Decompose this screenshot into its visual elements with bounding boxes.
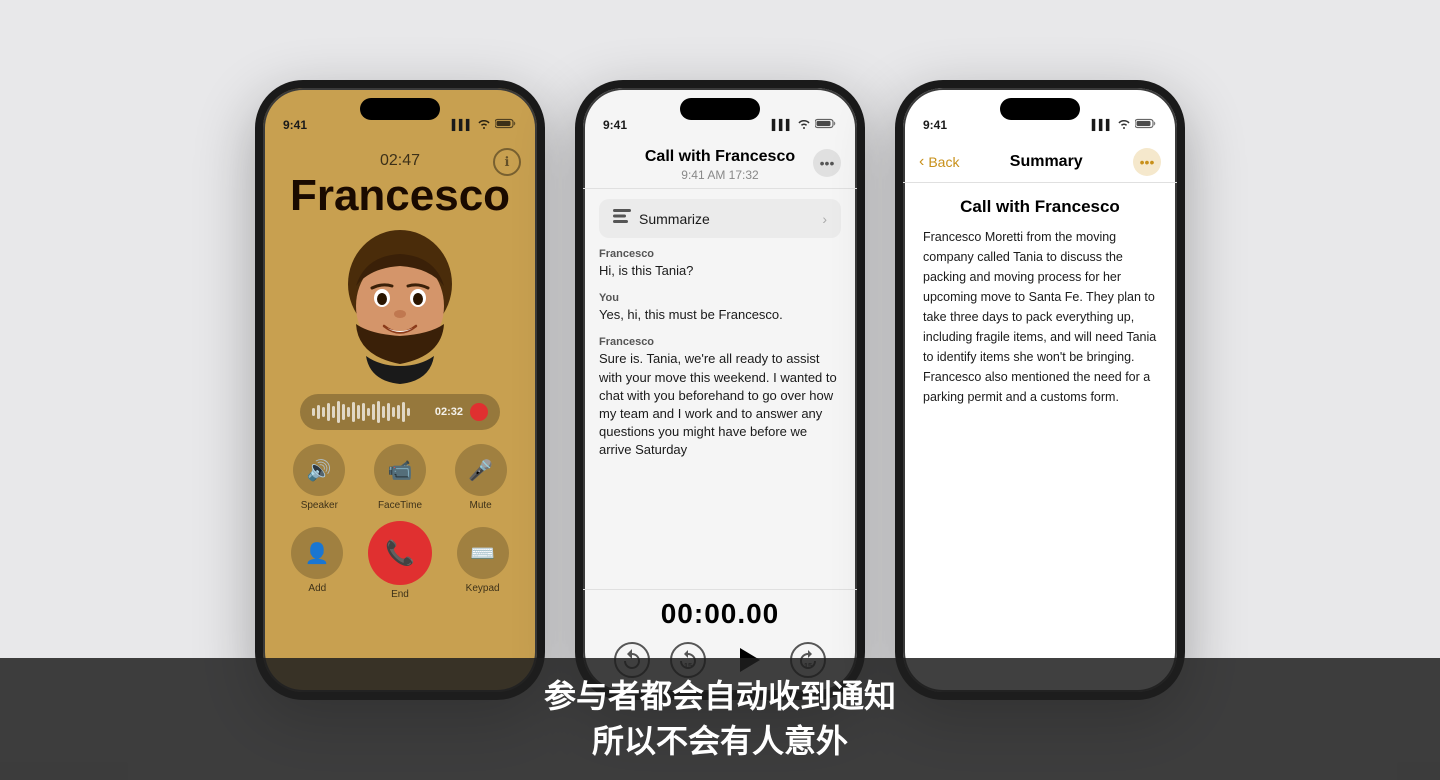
transcript-msg-2: You Yes, hi, this must be Francesco. [599, 292, 841, 324]
more-options-button[interactable]: ••• [813, 149, 841, 177]
memoji-avatar [320, 226, 480, 386]
call-info-button[interactable]: ℹ [493, 148, 521, 176]
summary-nav-title: Summary [1010, 153, 1083, 171]
transcript-speaker-1: Francesco [599, 248, 841, 260]
keypad-icon-circle: ⌨️ [457, 527, 509, 579]
back-chevron-icon: ‹ [919, 153, 924, 171]
transcript-text-3: Sure is. Tania, we're all ready to assis… [599, 350, 841, 459]
wifi-icon-3 [1117, 118, 1131, 132]
subtitle-line1: 参与者都会自动收到通知 [80, 674, 1360, 719]
battery-icon-3 [1135, 118, 1157, 132]
phone-transcript: 9:41 ▌▌▌ Call with Francesco 9:41 AM 17:… [575, 80, 865, 700]
signal-icon-2: ▌▌▌ [772, 120, 793, 131]
status-icons-2: ▌▌▌ [772, 118, 837, 132]
status-time-1: 9:41 [283, 118, 307, 132]
subtitle-line2: 所以不会有人意外 [80, 719, 1360, 764]
status-icons-1: ▌▌▌ [452, 118, 517, 132]
call-timer: 02:47 [380, 152, 420, 170]
summary-call-title: Call with Francesco [923, 197, 1157, 217]
rec-time: 02:32 [435, 406, 463, 418]
rec-dot [470, 403, 488, 421]
end-button[interactable]: 📞 End [368, 521, 432, 600]
phone3-content: ‹ Back Summary ••• Call with Francesco F… [903, 138, 1177, 692]
mute-button[interactable]: 🎤 Mute [455, 444, 507, 511]
summarize-left: Summarize [613, 209, 710, 228]
call-buttons-row2: 👤 Add 📞 End ⌨️ Keypad [279, 521, 521, 600]
wifi-icon-2 [797, 118, 811, 132]
battery-icon-2 [815, 118, 837, 132]
transcript-text-1: Hi, is this Tania? [599, 262, 841, 280]
dynamic-island-2 [680, 98, 760, 120]
summary-body: Call with Francesco Francesco Moretti fr… [903, 183, 1177, 692]
status-time-2: 9:41 [603, 118, 627, 132]
summary-nav: ‹ Back Summary ••• [903, 138, 1177, 183]
mute-icon-circle: 🎤 [455, 444, 507, 496]
phone-summary: 9:41 ▌▌▌ ‹ Back Summary ••• [895, 80, 1185, 700]
status-time-3: 9:41 [923, 118, 947, 132]
phone2-content: Call with Francesco 9:41 AM 17:32 ••• Su… [583, 138, 857, 692]
signal-icon: ▌▌▌ [452, 120, 473, 131]
back-button[interactable]: ‹ Back [919, 153, 959, 171]
facetime-icon-circle: 📹 [374, 444, 426, 496]
transcript-title: Call with Francesco [603, 148, 837, 166]
phone1-content: ℹ 02:47 Francesco [263, 138, 537, 692]
signal-icon-3: ▌▌▌ [1092, 120, 1113, 131]
dynamic-island-1 [360, 98, 440, 120]
wave-bars [312, 401, 426, 423]
back-label: Back [928, 154, 959, 170]
subtitle-bar: 参与者都会自动收到通知 所以不会有人意外 [0, 658, 1440, 780]
speaker-button[interactable]: 🔊 Speaker [293, 444, 345, 511]
add-icon-circle: 👤 [291, 527, 343, 579]
battery-icon [495, 118, 517, 132]
transcript-speaker-3: Francesco [599, 336, 841, 348]
summarize-label: Summarize [639, 211, 710, 227]
speaker-icon-circle: 🔊 [293, 444, 345, 496]
transcript-msg-3: Francesco Sure is. Tania, we're all read… [599, 336, 841, 459]
status-icons-3: ▌▌▌ [1092, 118, 1157, 132]
summary-more-button[interactable]: ••• [1133, 148, 1161, 176]
transcript-msg-1: Francesco Hi, is this Tania? [599, 248, 841, 280]
dynamic-island-3 [1000, 98, 1080, 120]
audio-wave-bar: 02:32 [300, 394, 500, 430]
transcript-speaker-2: You [599, 292, 841, 304]
phones-container: 9:41 ▌▌▌ ℹ 02:47 Francesco [255, 80, 1185, 700]
transcript-body: Francesco Hi, is this Tania? You Yes, hi… [583, 248, 857, 589]
caller-name: Francesco [290, 174, 510, 218]
keypad-button[interactable]: ⌨️ Keypad [457, 527, 509, 594]
add-button[interactable]: 👤 Add [291, 527, 343, 594]
end-icon-circle: 📞 [368, 521, 432, 585]
summarize-chevron-icon: › [822, 211, 827, 227]
transcript-text-2: Yes, hi, this must be Francesco. [599, 306, 841, 324]
call-buttons-row1: 🔊 Speaker 📹 FaceTime 🎤 Mute [279, 444, 521, 511]
summarize-button[interactable]: Summarize › [599, 199, 841, 238]
summary-text: Francesco Moretti from the moving compan… [923, 227, 1157, 407]
playback-timer: 00:00.00 [661, 598, 780, 630]
transcript-header: Call with Francesco 9:41 AM 17:32 ••• [583, 138, 857, 189]
wifi-icon [477, 118, 491, 132]
summarize-icon [613, 209, 631, 228]
transcript-subtitle: 9:41 AM 17:32 [603, 168, 837, 182]
phone-active-call: 9:41 ▌▌▌ ℹ 02:47 Francesco [255, 80, 545, 700]
facetime-button[interactable]: 📹 FaceTime [374, 444, 426, 511]
